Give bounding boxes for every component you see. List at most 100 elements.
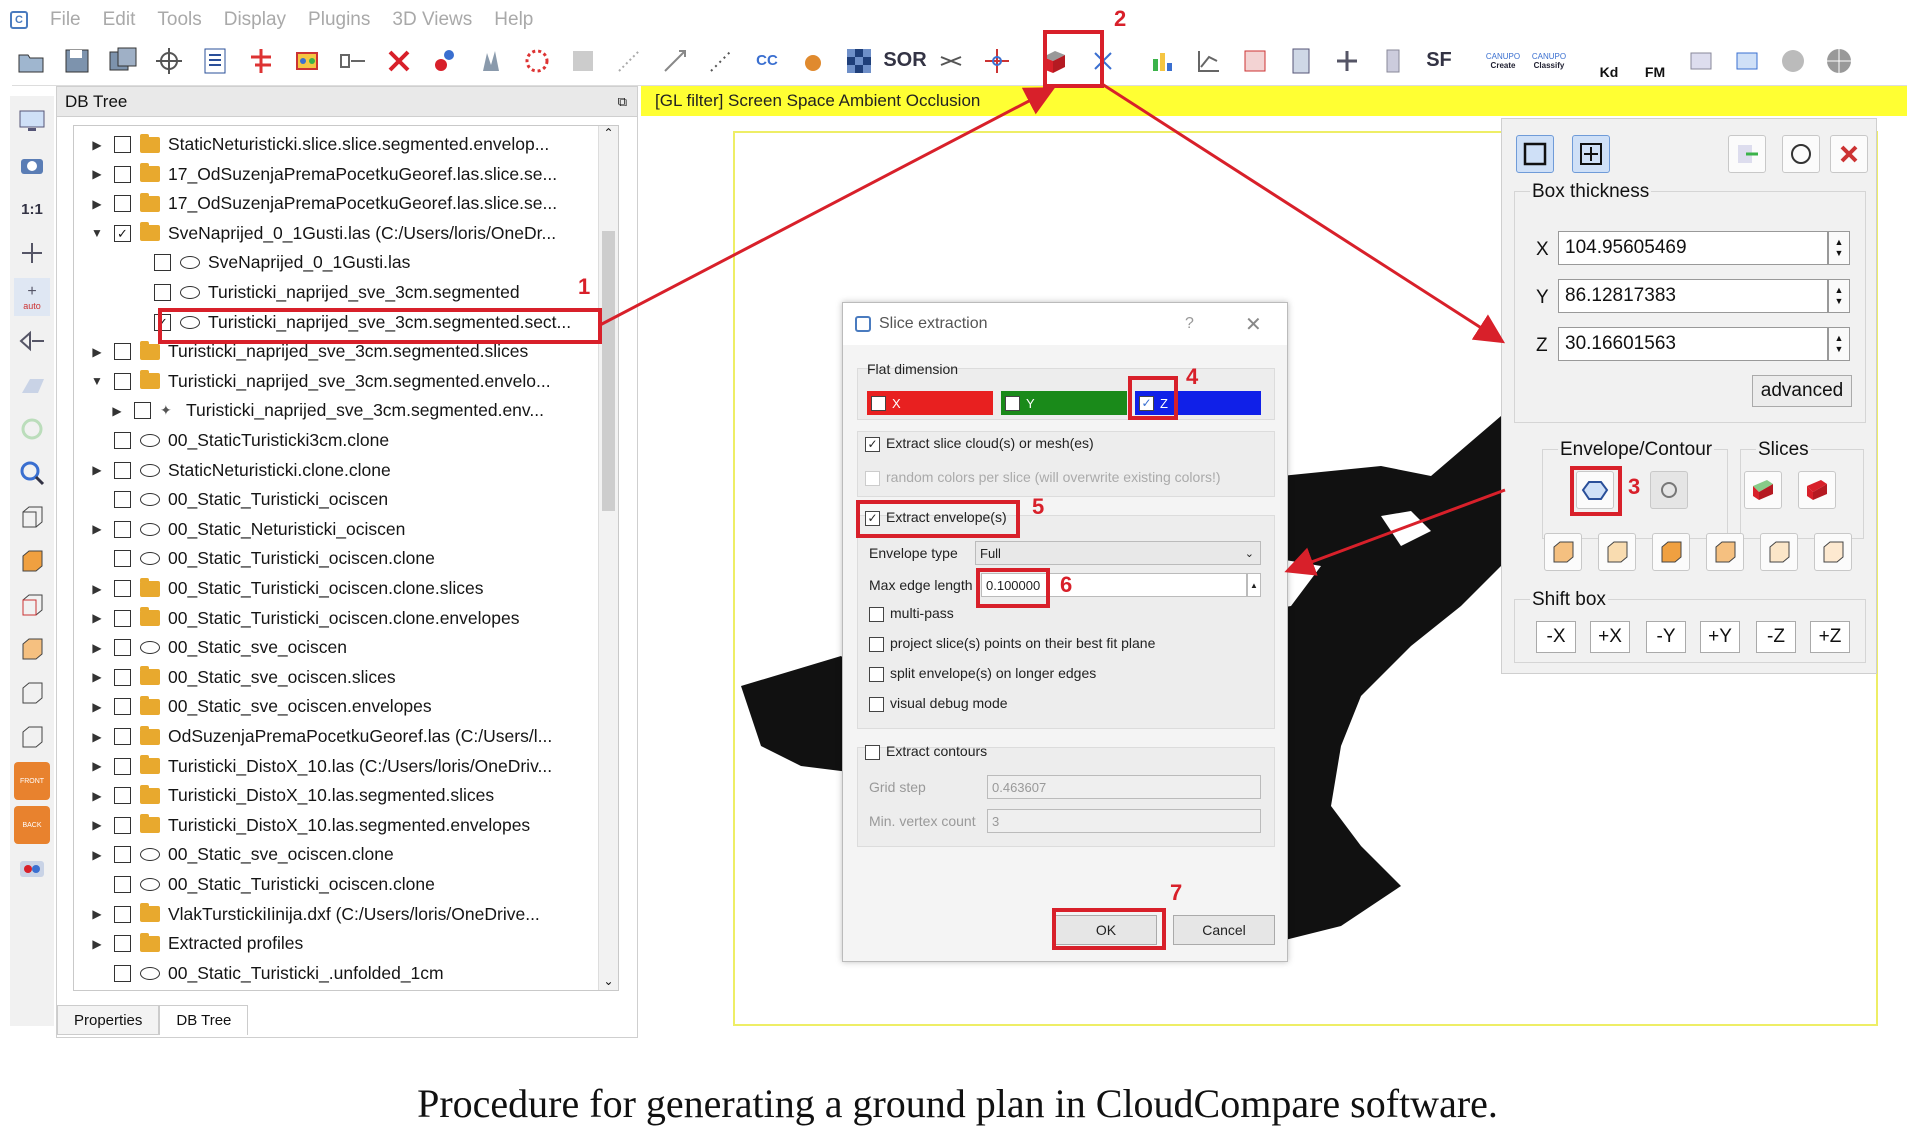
tree-row[interactable]: ▶ Turisticki_DistoX_10.las.segmented.enve… xyxy=(90,811,530,840)
collapsed-arrow-icon[interactable]: ▶ xyxy=(90,138,104,152)
random-colors-checkbox[interactable]: random colors per slice (will overwrite … xyxy=(865,469,1221,486)
scroll-thumb[interactable] xyxy=(602,231,615,511)
collapsed-arrow-icon[interactable]: ▶ xyxy=(90,167,104,181)
reset-icon[interactable] xyxy=(1782,135,1820,173)
iso-front-icon[interactable]: FRONT xyxy=(14,762,50,800)
tree-checkbox[interactable] xyxy=(114,550,131,568)
pivot-icon[interactable] xyxy=(14,234,50,272)
menu-3d-views[interactable]: 3D Views xyxy=(392,9,472,31)
tree-row[interactable]: ▶ 00_Static_Turisticki_ociscen.clone.slic… xyxy=(90,574,483,603)
tree-row[interactable]: 00_StaticTuristicki3cm.clone xyxy=(114,426,389,455)
max-edge-field[interactable]: 0.100000 xyxy=(981,573,1247,597)
cancel-button[interactable]: Cancel xyxy=(1173,915,1275,945)
cross-section-icon[interactable] xyxy=(1030,42,1076,80)
view-top-icon[interactable] xyxy=(14,498,50,536)
light-icon[interactable] xyxy=(14,410,50,448)
collapsed-arrow-icon[interactable]: ▶ xyxy=(90,730,104,744)
canupo-create-icon[interactable]: CANUPO Create xyxy=(1484,42,1522,80)
stat-icon[interactable] xyxy=(1236,42,1274,80)
z-thickness-field[interactable]: 30.16601563 xyxy=(1558,327,1828,361)
grid-step-field[interactable]: 0.463607 xyxy=(987,775,1261,799)
menu-help[interactable]: Help xyxy=(494,9,533,31)
collapsed-arrow-icon[interactable]: ▶ xyxy=(90,522,104,536)
split-envelopes-checkbox[interactable]: split envelope(s) on longer edges xyxy=(869,665,1096,682)
tree-checkbox[interactable] xyxy=(114,816,131,834)
slice-red-icon[interactable] xyxy=(1744,471,1782,509)
expanded-arrow-icon[interactable]: ▼ xyxy=(90,226,104,240)
auto-pivot-icon[interactable]: + auto xyxy=(14,278,50,316)
tree-checkbox[interactable] xyxy=(114,343,131,361)
menu-edit[interactable]: Edit xyxy=(103,9,136,31)
tree-checkbox[interactable] xyxy=(154,284,171,301)
project-slices-checkbox[interactable]: project slice(s) points on their best fi… xyxy=(869,635,1155,652)
z-spinner[interactable]: ▲ ▼ xyxy=(1828,327,1850,361)
section-box-icon[interactable] xyxy=(1516,135,1554,173)
advanced-button[interactable]: advanced xyxy=(1752,375,1852,407)
visual-debug-checkbox[interactable]: visual debug mode xyxy=(869,695,1008,712)
collapsed-arrow-icon[interactable]: ▶ xyxy=(110,404,124,418)
canupo-classify-icon[interactable]: CANUPO Classify xyxy=(1530,42,1568,80)
camera-icon[interactable] xyxy=(14,146,50,184)
tree-checkbox[interactable] xyxy=(114,905,131,923)
view-box-2-icon[interactable] xyxy=(1598,533,1636,571)
view-box-6-icon[interactable] xyxy=(1814,533,1852,571)
display-icon[interactable] xyxy=(14,102,50,140)
shift-minus-z-button[interactable]: -Z xyxy=(1756,621,1796,653)
checker-icon[interactable] xyxy=(840,42,878,80)
fm-icon[interactable]: FM xyxy=(1636,42,1674,80)
list-icon[interactable] xyxy=(196,42,234,80)
collapsed-arrow-icon[interactable]: ▶ xyxy=(90,818,104,832)
kd-icon[interactable]: Kd xyxy=(1590,42,1628,80)
move-box-icon[interactable] xyxy=(1572,135,1610,173)
tree-checkbox[interactable] xyxy=(114,491,131,509)
open-icon[interactable] xyxy=(12,42,50,80)
tree-row[interactable]: ▶ Turisticki_DistoX_10.las.segmented.slic… xyxy=(90,781,494,810)
noise-icon[interactable] xyxy=(518,42,556,80)
tree-row[interactable]: ▶ OdSuzenjaPremaPocetkuGeoref.las (C:/Use… xyxy=(90,722,552,751)
tree-checkbox[interactable] xyxy=(114,609,131,627)
tree-row[interactable]: ▼ Turisticki_naprijed_sve_3cm.segmented.e… xyxy=(90,367,551,396)
tree-checkbox[interactable] xyxy=(114,876,131,893)
collapsed-arrow-icon[interactable]: ▶ xyxy=(90,700,104,714)
magnifier-icon[interactable] xyxy=(14,454,50,492)
tree-checkbox[interactable] xyxy=(114,432,131,449)
view-box-5-icon[interactable] xyxy=(1760,533,1798,571)
csv-icon[interactable] xyxy=(1728,42,1766,80)
sample-icon[interactable] xyxy=(426,42,464,80)
collapsed-arrow-icon[interactable]: ▶ xyxy=(90,582,104,596)
tree-checkbox[interactable] xyxy=(114,520,131,538)
ok-button[interactable]: OK xyxy=(1055,915,1157,945)
transform-icon[interactable] xyxy=(150,42,188,80)
shift-plus-z-button[interactable]: +Z xyxy=(1810,621,1850,653)
tree-checkbox[interactable] xyxy=(114,372,131,390)
undock-icon[interactable]: ⧉ xyxy=(618,94,627,110)
perspective-icon[interactable] xyxy=(14,366,50,404)
doc-icon[interactable] xyxy=(1374,42,1412,80)
tree-checkbox[interactable] xyxy=(114,698,131,716)
sphere-icon[interactable] xyxy=(1774,42,1812,80)
view-left-icon[interactable] xyxy=(14,586,50,624)
save-all-icon[interactable] xyxy=(104,42,142,80)
tree-checkbox[interactable] xyxy=(114,728,131,745)
tree-row[interactable]: 00_Static_Turisticki_ociscen.clone xyxy=(114,870,435,899)
view-right-icon[interactable] xyxy=(14,674,50,712)
dim-y-toggle[interactable]: Y xyxy=(1001,391,1127,415)
close-section-icon[interactable] xyxy=(1830,135,1868,173)
view-box-4-icon[interactable] xyxy=(1706,533,1744,571)
view-box-1-icon[interactable] xyxy=(1544,533,1582,571)
tree-row[interactable]: 00_Static_Turisticki_ociscen.clone xyxy=(114,544,435,573)
close-icon[interactable]: ✕ xyxy=(1245,312,1262,337)
tree-row[interactable]: ▶ VlakTurstickiІinija.dxf (C:/Users/loris… xyxy=(90,900,540,929)
repeat-icon[interactable] xyxy=(1650,471,1688,509)
plot-icon[interactable] xyxy=(1190,42,1228,80)
tree-checkbox[interactable] xyxy=(114,668,131,686)
tree-row[interactable]: ▶ StaticNeturisticki.clone.clone xyxy=(90,456,390,485)
multipass-checkbox[interactable]: multi-pass xyxy=(869,605,954,622)
tree-row[interactable]: ▶ Turisticki_naprijed_sve_3cm.segmented.s… xyxy=(90,337,528,366)
collapsed-arrow-icon[interactable]: ▶ xyxy=(90,611,104,625)
view-box-3-icon[interactable] xyxy=(1652,533,1690,571)
tree-row[interactable]: ✓ Turisticki_naprijed_sve_3cm.segmented.s… xyxy=(154,308,571,337)
sor-icon[interactable]: SOR xyxy=(883,42,926,80)
tree-scrollbar[interactable]: ⌃ ⌄ xyxy=(598,126,618,990)
iso-back-icon[interactable]: BACK xyxy=(14,806,50,844)
